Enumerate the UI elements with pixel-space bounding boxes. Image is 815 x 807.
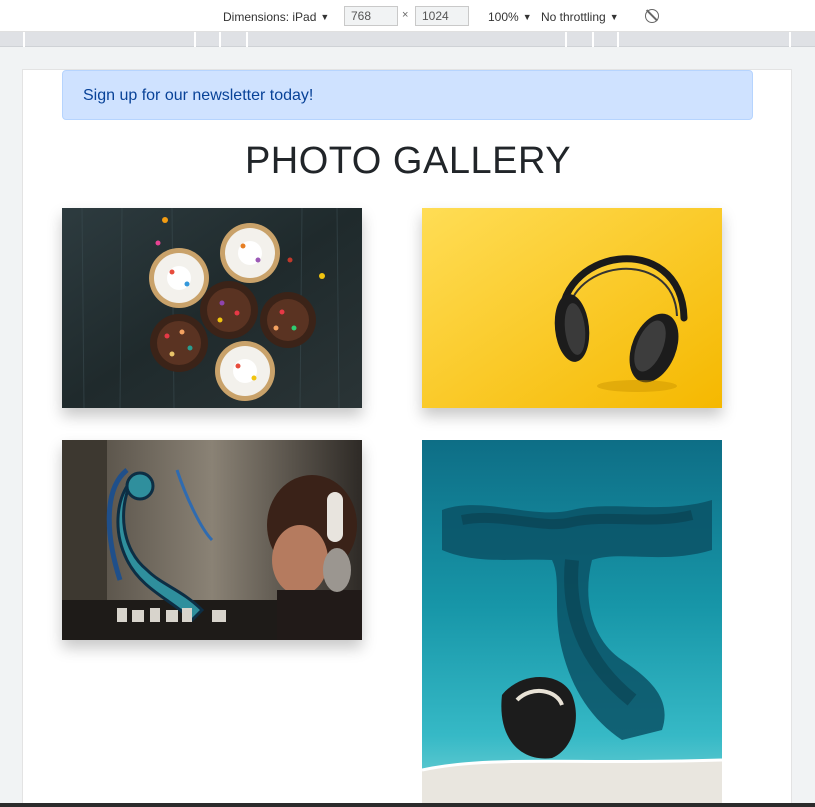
media-query-bar[interactable] — [0, 32, 815, 47]
device-dimensions-dropdown[interactable]: Dimensions: iPad ▼ — [223, 9, 329, 25]
newsletter-alert-text: Sign up for our newsletter today! — [83, 87, 314, 104]
viewport-height-input[interactable] — [415, 6, 469, 26]
chevron-down-icon: ▼ — [522, 12, 532, 22]
page-title: PHOTO GALLERY — [244, 140, 572, 182]
gallery-photo-ocean[interactable] — [422, 440, 722, 806]
newsletter-alert[interactable]: Sign up for our newsletter today! — [62, 70, 753, 120]
media-query-marker[interactable] — [565, 32, 567, 47]
window-bottom-edge — [0, 803, 815, 807]
zoom-dropdown[interactable]: 100% ▼ — [488, 9, 532, 25]
rotate-icon[interactable] — [645, 9, 659, 23]
page-viewport: Sign up for our newsletter today! PHOTO … — [22, 69, 792, 807]
gallery-photo-cupcakes[interactable] — [62, 208, 362, 408]
gallery-photo-headphones[interactable] — [422, 208, 722, 408]
ocean-image — [422, 440, 722, 806]
throttling-dropdown[interactable]: No throttling ▼ — [541, 9, 619, 25]
media-query-marker[interactable] — [219, 32, 221, 47]
zoom-label: 100% — [488, 10, 519, 24]
media-query-marker[interactable] — [789, 32, 791, 47]
dimension-separator: × — [402, 9, 409, 21]
graffiti-image — [62, 440, 362, 640]
device-toolbar: Dimensions: iPad ▼ × 100% ▼ No throttlin… — [0, 0, 815, 32]
chevron-down-icon: ▼ — [320, 12, 330, 22]
media-query-marker[interactable] — [592, 32, 594, 47]
chevron-down-icon: ▼ — [609, 12, 619, 22]
media-query-marker[interactable] — [23, 32, 25, 47]
gallery-photo-graffiti[interactable] — [62, 440, 362, 640]
media-query-marker[interactable] — [617, 32, 619, 47]
device-dimensions-label: Dimensions: iPad — [223, 10, 317, 24]
throttling-label: No throttling — [541, 10, 606, 24]
viewport-width-input[interactable] — [344, 6, 398, 26]
cupcakes-image — [62, 208, 362, 408]
media-query-marker[interactable] — [246, 32, 248, 47]
headphones-image — [422, 208, 722, 408]
media-query-marker[interactable] — [194, 32, 196, 47]
